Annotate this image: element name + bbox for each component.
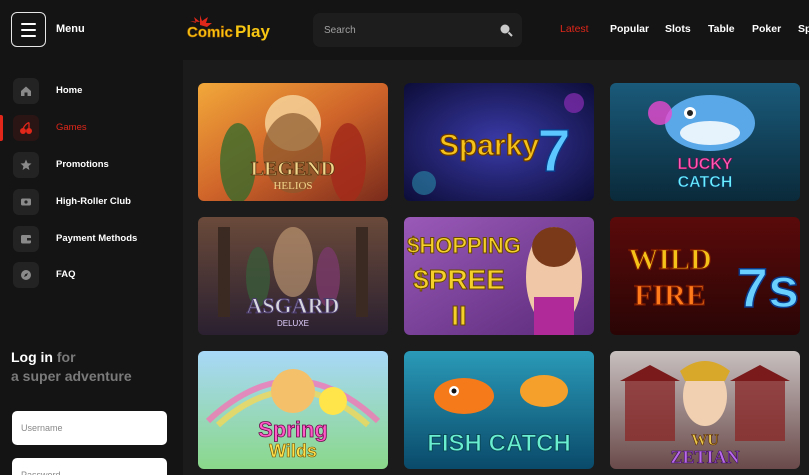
game-thumbnail: Spring Wilds (198, 351, 388, 469)
wallet-icon (21, 235, 31, 244)
game-tile-wu-zetian[interactable]: WU ZETIAN (610, 351, 800, 469)
login-subtitle: a super adventure (11, 368, 132, 384)
tab-popular[interactable]: Popular (610, 23, 649, 35)
sidebar-item-games[interactable]: Games (0, 113, 183, 143)
game-thumbnail: Sparky 7 (404, 83, 594, 201)
game-thumbnail: LUCKY CATCH (610, 83, 800, 201)
svg-text:II: II (451, 300, 467, 331)
hamburger-icon (21, 22, 36, 25)
sidebar-item-payment-methods[interactable]: Payment Methods (0, 224, 183, 254)
game-thumbnail: LEGEND HELIOS (198, 83, 388, 201)
sidebar-item-label: FAQ (56, 269, 76, 280)
username-field[interactable] (12, 411, 167, 445)
home-icon (21, 86, 31, 96)
game-thumbnail: FISH CATCH (404, 351, 594, 469)
svg-text:Spring: Spring (258, 417, 328, 442)
game-tile-legend-of-helios[interactable]: LEGEND HELIOS (198, 83, 388, 201)
sidebar-item-label: Promotions (56, 159, 109, 170)
svg-text:7: 7 (537, 117, 570, 184)
sidebar-item-faq[interactable]: FAQ (0, 260, 183, 290)
sidebar-item-promotions[interactable]: Promotions (0, 150, 183, 180)
menu-button[interactable] (11, 12, 46, 47)
tab-slots[interactable]: Slots (665, 23, 691, 35)
sidebar-item-label: Payment Methods (56, 233, 138, 244)
games-grid: LEGEND HELIOS Sparky 7 LUCKY CATCH ASGAR… (183, 60, 809, 475)
svg-text:CATCH: CATCH (678, 174, 733, 191)
compass-icon (21, 270, 31, 280)
game-tile-fish-catch[interactable]: FISH CATCH (404, 351, 594, 469)
tab-poker[interactable]: Poker (752, 23, 781, 35)
sidebar-item-home[interactable]: Home (0, 76, 183, 106)
sidebar-item-label: Home (56, 85, 83, 96)
svg-text:FISH CATCH: FISH CATCH (427, 430, 571, 457)
svg-text:LUCKY: LUCKY (677, 156, 732, 173)
sidebar-item-high-roller-club[interactable]: High-Roller Club (0, 187, 183, 217)
logo-word-play: Play (235, 22, 271, 41)
tab-sports[interactable]: Sp (798, 23, 809, 35)
svg-text:WILD: WILD (628, 243, 711, 276)
svg-text:LEGEND: LEGEND (251, 158, 335, 180)
cherries-icon (20, 121, 32, 134)
tab-latest[interactable]: Latest (560, 23, 589, 35)
sidebar-item-label: Games (56, 122, 87, 133)
login-title: Log in for (11, 349, 76, 365)
svg-text:$PREE: $PREE (413, 264, 505, 295)
sidebar-item-label: High-Roller Club (56, 196, 131, 207)
card-icon (21, 198, 31, 206)
game-thumbnail: WILD FIRE 7s (610, 217, 800, 335)
game-tile-wild-fire-7s[interactable]: WILD FIRE 7s (610, 217, 800, 335)
game-thumbnail: WU ZETIAN (610, 351, 800, 469)
game-tile-sparky-7[interactable]: Sparky 7 (404, 83, 594, 201)
password-field[interactable] (12, 458, 167, 475)
star-icon (20, 159, 32, 170)
svg-text:Sparky: Sparky (439, 129, 539, 162)
game-tile-asgard-deluxe[interactable]: ASGARD DELUXE (198, 217, 388, 335)
svg-text:HELIOS: HELIOS (273, 180, 312, 192)
game-thumbnail: $HOPPING $PREE II (404, 217, 594, 335)
svg-text:ASGARD: ASGARD (247, 293, 340, 318)
game-tile-shopping-spree-ii[interactable]: $HOPPING $PREE II (404, 217, 594, 335)
svg-text:ZETIAN: ZETIAN (670, 447, 739, 467)
tab-table[interactable]: Table (708, 23, 735, 35)
search-icon[interactable] (499, 23, 513, 37)
game-tile-spring-wilds[interactable]: Spring Wilds (198, 351, 388, 469)
svg-text:DELUXE: DELUXE (277, 319, 309, 328)
logo-word-comic: Comic (187, 24, 233, 41)
svg-text:Wilds: Wilds (269, 441, 317, 461)
game-tile-lucky-catch[interactable]: LUCKY CATCH (610, 83, 800, 201)
svg-text:$HOPPING: $HOPPING (407, 233, 521, 258)
header: Menu Comic Play Latest Popular Slots Tab… (0, 0, 809, 60)
menu-label: Menu (56, 23, 85, 35)
game-thumbnail: ASGARD DELUXE (198, 217, 388, 335)
svg-text:FIRE: FIRE (634, 279, 706, 312)
svg-text:7s: 7s (737, 256, 799, 319)
search-input[interactable] (313, 13, 493, 47)
comic-play-logo[interactable]: Comic Play (186, 13, 284, 49)
search-box[interactable] (313, 13, 522, 47)
